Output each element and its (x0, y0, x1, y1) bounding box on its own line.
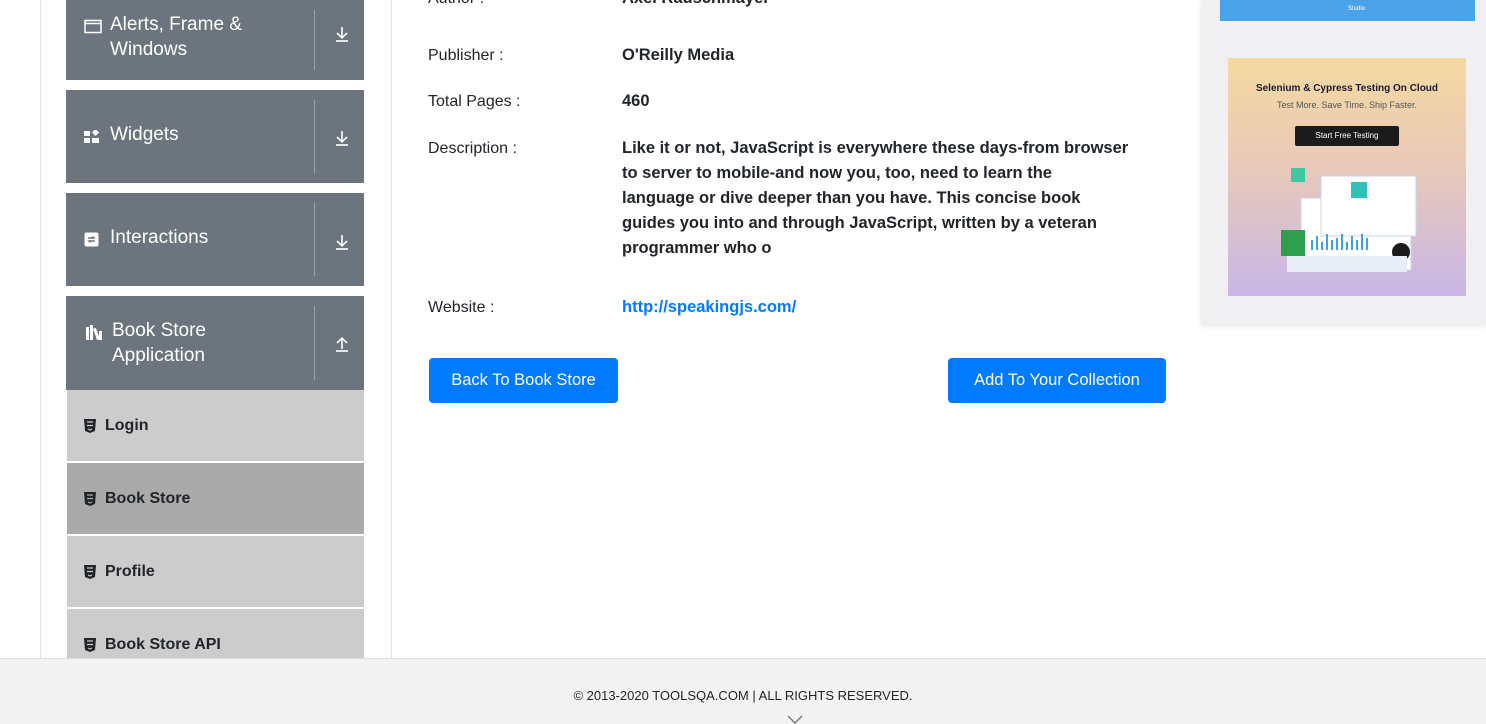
group-interactions[interactable]: Interactions (66, 193, 364, 286)
html5-icon (84, 637, 96, 652)
sidebar: Alerts, Frame & Windows Widgets Interact… (66, 0, 364, 658)
footer: © 2013-2020 TOOLSQA.COM | ALL RIGHTS RES… (0, 658, 1486, 724)
html5-icon (84, 418, 96, 433)
menu-item-book-store[interactable]: Book Store (67, 463, 364, 536)
description-label: Description : (428, 140, 517, 157)
description-value: Like it or not, JavaScript is everywhere… (622, 136, 1182, 261)
add-to-collection-button[interactable]: Add To Your Collection (948, 358, 1166, 403)
group-label-line: Alerts, Frame & (110, 14, 242, 35)
group-alerts-frame-windows[interactable]: Alerts, Frame & Windows (66, 0, 364, 80)
group-label: Interactions (110, 227, 209, 248)
group-separator (314, 100, 315, 173)
content-divider (391, 0, 392, 658)
description-line: language or dive deeper than you have. T… (622, 189, 1081, 207)
menu-item-label: Book Store API (105, 635, 221, 653)
publisher-row: Publisher : O'Reilly Media (428, 43, 1182, 68)
interactions-icon (84, 229, 106, 254)
left-divider (40, 0, 41, 658)
group-book-store-application[interactable]: Book Store Application (66, 296, 364, 390)
group-label-line: Windows (110, 39, 188, 60)
author-row: Author : Axel Rauschmayer (428, 0, 1182, 11)
download-arrow-icon[interactable] (332, 24, 352, 44)
html5-icon (84, 564, 96, 579)
menu-item-label: Login (105, 416, 149, 434)
html5-icon (84, 491, 96, 506)
pages-row: Total Pages : 460 (428, 89, 1182, 114)
download-arrow-icon[interactable] (332, 128, 352, 148)
upload-arrow-icon[interactable] (332, 334, 352, 354)
ad-top-text: Studio (1347, 6, 1365, 12)
ad-card[interactable]: Selenium & Cypress Testing On Cloud Test… (1228, 58, 1466, 296)
description-line: guides you into and through JavaScript, … (622, 214, 1097, 232)
pages-label: Total Pages : (428, 93, 521, 110)
books-icon (86, 322, 108, 347)
book-store-menu: Login Book Store Profile Book Store API (67, 390, 364, 658)
back-to-book-store-button[interactable]: Back To Book Store (429, 358, 618, 403)
group-label-line: Application (112, 345, 205, 366)
chevron-down-icon[interactable] (787, 715, 803, 724)
ad-banner[interactable]: Studio Selenium & Cypress Testing On Clo… (1202, 0, 1486, 325)
publisher-value: O'Reilly Media (622, 46, 735, 64)
description-line: programmer who o (622, 239, 772, 257)
group-label: Widgets (110, 124, 179, 145)
website-row: Website : http://speakingjs.com/ (428, 295, 1182, 320)
ad-cta-button[interactable]: Start Free Testing (1295, 126, 1399, 146)
group-label-line: Book Store (112, 320, 206, 341)
menu-item-label: Book Store (105, 489, 191, 507)
dashboard-illustration (1281, 168, 1417, 272)
widgets-icon (84, 126, 106, 151)
pages-value: 460 (622, 92, 650, 110)
website-label: Website : (428, 299, 495, 316)
ad-subtitle: Test More. Save Time. Ship Faster. (1276, 100, 1418, 110)
group-separator (314, 306, 315, 380)
group-widgets[interactable]: Widgets (66, 90, 364, 183)
menu-item-book-store-api[interactable]: Book Store API (67, 609, 364, 658)
description-line: to server to mobile-and now you, too, ne… (622, 164, 1052, 182)
group-separator (314, 10, 315, 70)
group-separator (314, 203, 315, 276)
publisher-label: Publisher : (428, 47, 504, 64)
footer-copyright: © 2013-2020 TOOLSQA.COM | ALL RIGHTS RES… (573, 688, 913, 703)
author-label: Author : (428, 0, 622, 11)
window-icon (84, 16, 106, 41)
website-link[interactable]: http://speakingjs.com/ (622, 298, 796, 316)
author-value: Axel Rauschmayer (622, 0, 1182, 11)
download-arrow-icon[interactable] (332, 232, 352, 252)
description-row: Description : Like it or not, JavaScript… (428, 136, 1182, 261)
menu-item-profile[interactable]: Profile (67, 536, 364, 609)
ad-top-image: Studio (1220, 0, 1475, 21)
page: Alerts, Frame & Windows Widgets Interact… (0, 0, 1486, 724)
ad-title: Selenium & Cypress Testing On Cloud (1255, 83, 1439, 94)
description-line: Like it or not, JavaScript is everywhere… (622, 139, 1129, 157)
menu-item-label: Profile (105, 562, 155, 580)
menu-item-login[interactable]: Login (67, 390, 364, 463)
